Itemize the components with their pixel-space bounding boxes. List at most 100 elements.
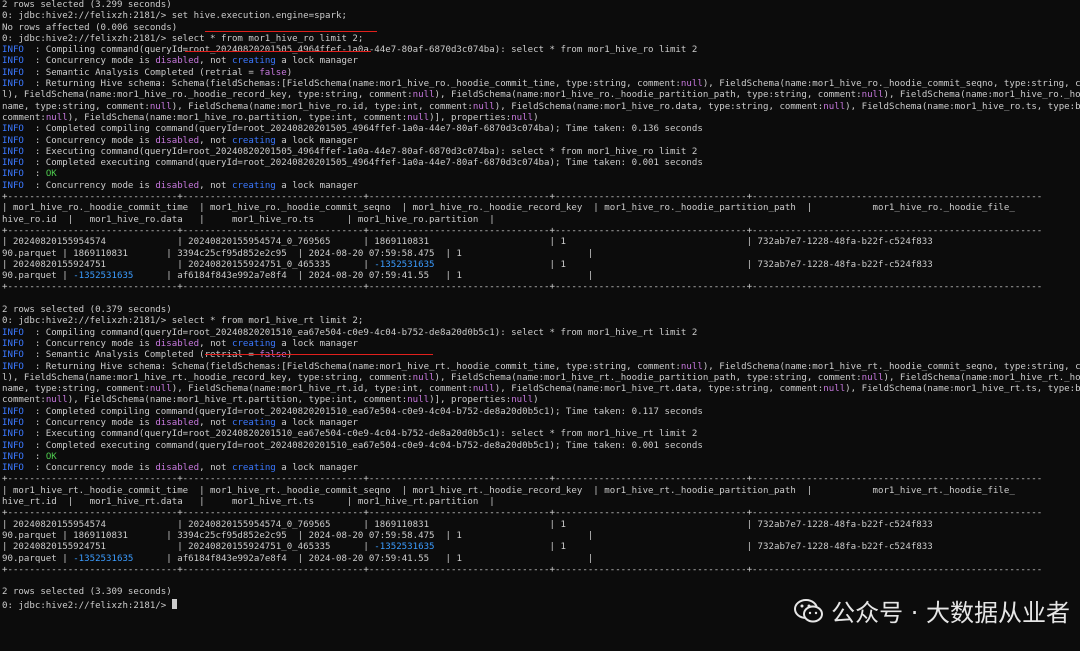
terminal-text: a lock manager xyxy=(275,338,358,349)
terminal-line: INFO : Concurrency mode is disabled, not… xyxy=(2,136,1080,147)
terminal-line: 90.parquet | 1869110831 | 3394c25cf95d85… xyxy=(2,531,1080,542)
terminal-text: hive_rt.id | mor1_hive_rt.data | mor1_hi… xyxy=(2,497,495,508)
terminal-line: +-------------------------------+-------… xyxy=(2,474,1080,485)
terminal-token: null xyxy=(511,112,534,123)
terminal-text: +-------------------------------+-------… xyxy=(2,192,1043,203)
terminal-text: 2 rows selected (0.379 seconds) xyxy=(2,305,172,316)
terminal-text: | af6184f843e992a7e8f4 | 2024-08-20 07:5… xyxy=(133,553,594,564)
terminal-text: : xyxy=(23,451,46,462)
terminal-line: 0: jdbc:hive2://felixzh:2181/> select * … xyxy=(2,34,1080,45)
terminal-token: OK xyxy=(45,169,57,180)
terminal-line: INFO : Concurrency mode is disabled, not… xyxy=(2,418,1080,429)
terminal-token: -1352531635 xyxy=(73,271,134,282)
terminal-text: +-------------------------------+-------… xyxy=(2,474,1043,485)
terminal-token: INFO xyxy=(2,79,24,90)
terminal-text: , not xyxy=(199,56,232,67)
terminal-text: : Completed compiling command(queryId=ro… xyxy=(23,406,703,417)
terminal-token: INFO xyxy=(2,417,24,428)
terminal-token: INFO xyxy=(2,350,24,361)
terminal-line: INFO : Completed compiling command(query… xyxy=(2,124,1080,135)
terminal-line: hive_rt.id | mor1_hive_rt.data | mor1_hi… xyxy=(2,497,1080,508)
terminal-line: | mor1_hive_ro._hoodie_commit_time | mor… xyxy=(2,203,1080,214)
terminal-line: name, type:string, comment:null), FieldS… xyxy=(2,102,1080,113)
terminal-text: : Concurrency mode is xyxy=(23,463,156,474)
terminal-text: | mor1_hive_rt._hoodie_commit_time | mor… xyxy=(2,485,1015,496)
terminal-text: ), FieldSchema(name:mor1_hive_rt._hoodie… xyxy=(883,372,1080,383)
terminal-line: +-------------------------------+-------… xyxy=(2,508,1080,519)
terminal-token: disabled xyxy=(155,463,200,474)
terminal-text: 0: jdbc:hive2://felixzh:2181/> set hive.… xyxy=(2,11,347,22)
terminal-text: )], properties: xyxy=(429,395,512,406)
terminal-line: +-------------------------------+-------… xyxy=(2,282,1080,293)
terminal-line: INFO : Compiling command(queryId=root_20… xyxy=(2,45,1080,56)
terminal-line: INFO : OK xyxy=(2,169,1080,180)
terminal-line: INFO : Executing command(queryId=root_20… xyxy=(2,429,1080,440)
terminal-line: INFO : Completed compiling command(query… xyxy=(2,407,1080,418)
terminal-token: null xyxy=(472,101,495,112)
terminal-token: null xyxy=(861,90,884,101)
terminal-line: 90.parquet | -1352531635 | af6184f843e99… xyxy=(2,554,1080,565)
terminal-token: creating xyxy=(231,417,276,428)
terminal-output[interactable]: 2 rows selected (3.299 seconds) 0: jdbc:h… xyxy=(2,0,1080,651)
terminal-text: : Completed executing command(queryId=ro… xyxy=(23,440,703,451)
terminal-text: | 20240820155954574 | 20240820155954574_… xyxy=(2,237,933,248)
terminal-token: INFO xyxy=(2,158,24,169)
terminal-token: null xyxy=(680,79,703,90)
terminal-text: : Concurrency mode is xyxy=(23,56,156,67)
terminal-token: INFO xyxy=(2,180,24,191)
terminal-text: 2 rows selected (3.309 seconds) xyxy=(2,587,172,598)
annotation-underline xyxy=(205,31,377,32)
terminal-text: , not xyxy=(199,417,232,428)
annotation-underline xyxy=(185,51,371,52)
terminal-text: | 20240820155924751 | 20240820155924751_… xyxy=(2,542,375,553)
terminal-text: : Concurrency mode is xyxy=(23,135,156,146)
terminal-text: : Semantic Analysis Completed (retrial = xyxy=(23,67,260,78)
terminal-text: ), FieldSchema(name:mor1_hive_rt.ts, typ… xyxy=(845,384,1080,395)
terminal-line: +-------------------------------+-------… xyxy=(2,226,1080,237)
terminal-text: 2 rows selected (3.299 seconds) xyxy=(2,0,172,10)
terminal-token: disabled xyxy=(155,180,200,191)
terminal-text: 0: jdbc:hive2://felixzh:2181/> select * … xyxy=(2,33,364,44)
terminal-text: , not xyxy=(199,338,232,349)
terminal-line: INFO : Completed executing command(query… xyxy=(2,158,1080,169)
terminal-token: null xyxy=(45,112,68,123)
terminal-line: 2 rows selected (0.379 seconds) xyxy=(2,305,1080,316)
terminal-line: INFO : Concurrency mode is disabled, not… xyxy=(2,181,1080,192)
terminal-text: ) xyxy=(533,395,539,406)
terminal-token: INFO xyxy=(2,135,24,146)
terminal-text: 0: jdbc:hive2://felixzh:2181/> select * … xyxy=(2,316,364,327)
terminal-line: INFO : Executing command(queryId=root_20… xyxy=(2,147,1080,158)
terminal-text: 0: jdbc:hive2://felixzh:2181/> xyxy=(2,600,172,611)
terminal-token: null xyxy=(149,384,172,395)
terminal-text: ), FieldSchema(name:mor1_hive_ro._hoodie… xyxy=(883,90,1080,101)
terminal-text: | 1 | 732ab7e7-1228-48fa-b22f-c524f833 xyxy=(434,259,933,270)
terminal-token: null xyxy=(45,395,68,406)
terminal-line: INFO : Returning Hive schema: Schema(fie… xyxy=(2,362,1080,373)
terminal-text: ), FieldSchema(name:mor1_hive_ro.partiti… xyxy=(67,112,408,123)
terminal-token: INFO xyxy=(2,124,24,135)
terminal-line: No rows affected (0.006 seconds) xyxy=(2,23,1080,34)
terminal-token: creating xyxy=(231,135,276,146)
terminal-text: +-------------------------------+-------… xyxy=(2,564,1043,575)
terminal-text: ), FieldSchema(name:mor1_hive_ro.id, typ… xyxy=(171,101,473,112)
terminal-cursor xyxy=(171,598,177,609)
terminal-line: comment:null), FieldSchema(name:mor1_hiv… xyxy=(2,113,1080,124)
terminal-text: : Completed compiling command(queryId=ro… xyxy=(23,124,703,135)
terminal-line: 0: jdbc:hive2://felixzh:2181/> set hive.… xyxy=(2,11,1080,22)
terminal-token: disabled xyxy=(155,338,200,349)
terminal-text: ), FieldSchema(name:mor1_hive_ro.ts, typ… xyxy=(845,101,1080,112)
terminal-text: +-------------------------------+-------… xyxy=(2,282,1043,293)
terminal-token: INFO xyxy=(2,338,24,349)
terminal-token: INFO xyxy=(2,67,24,78)
terminal-token: INFO xyxy=(2,429,24,440)
terminal-text: a lock manager xyxy=(275,463,358,474)
terminal-text: ), FieldSchema(name:mor1_hive_rt._hoodie… xyxy=(7,372,413,383)
terminal-token: -1352531635 xyxy=(374,542,435,553)
terminal-text: : Concurrency mode is xyxy=(23,417,156,428)
terminal-token: null xyxy=(680,361,703,372)
terminal-text: ) xyxy=(286,350,293,361)
terminal-text: ), FieldSchema(name:mor1_hive_ro._hoodie… xyxy=(702,79,1080,90)
terminal-token: null xyxy=(472,384,495,395)
terminal-line: INFO : Completed executing command(query… xyxy=(2,441,1080,452)
